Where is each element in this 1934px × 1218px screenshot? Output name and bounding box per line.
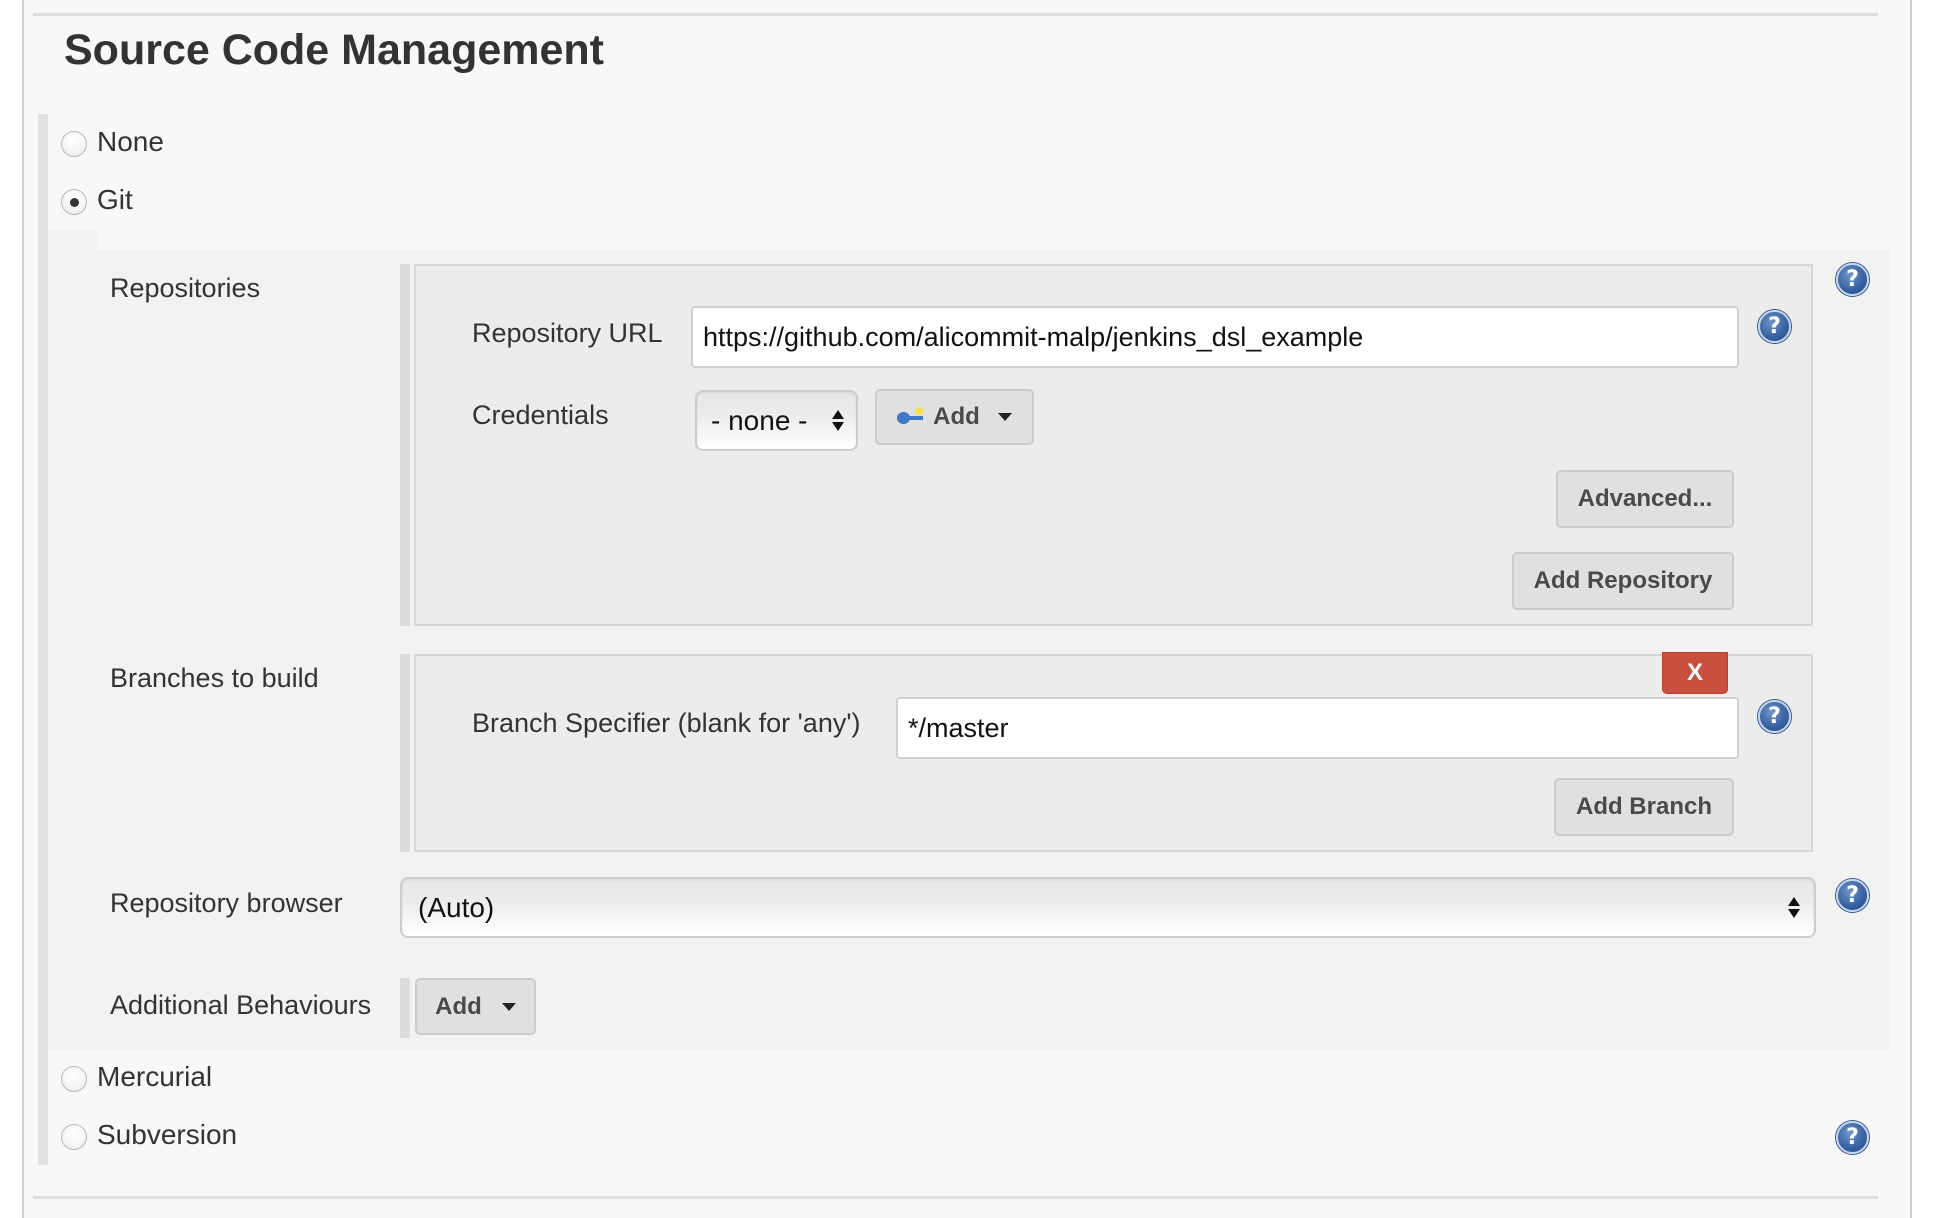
select-arrows-icon <box>1788 897 1800 918</box>
git-section-notch <box>48 230 98 252</box>
caret-down-icon <box>501 1002 516 1011</box>
section-title: Source Code Management <box>64 26 604 74</box>
additional-behaviours-label: Additional Behaviours <box>110 990 372 1020</box>
help-icon[interactable]: ? <box>1758 310 1791 343</box>
repositories-label: Repositories <box>110 273 261 303</box>
scm-git-label[interactable]: Git <box>97 184 133 216</box>
radio-selected-dot <box>69 197 79 207</box>
scm-mercurial-radio[interactable] <box>61 1066 87 1092</box>
scm-options-accent-bar <box>38 114 48 1165</box>
key-icon <box>897 407 925 427</box>
repository-browser-select[interactable]: (Auto) <box>400 877 1816 938</box>
help-icon[interactable]: ? <box>1758 700 1791 733</box>
scm-subversion-radio[interactable] <box>61 1124 87 1150</box>
additional-behaviours-add-button[interactable]: Add <box>415 978 536 1035</box>
add-repository-button[interactable]: Add Repository <box>1512 552 1734 610</box>
scm-mercurial-label[interactable]: Mercurial <box>97 1061 212 1093</box>
add-branch-button[interactable]: Add Branch <box>1554 778 1734 836</box>
branches-to-build-label: Branches to build <box>110 663 319 693</box>
help-icon[interactable]: ? <box>1836 879 1869 912</box>
scm-none-label[interactable]: None <box>97 126 164 158</box>
advanced-button[interactable]: Advanced... <box>1556 470 1734 528</box>
repository-url-input[interactable] <box>691 306 1739 368</box>
branch-specifier-input[interactable] <box>896 697 1739 759</box>
scm-subversion-label[interactable]: Subversion <box>97 1119 237 1151</box>
help-icon[interactable]: ? <box>1836 263 1869 296</box>
additional-behaviours-bar <box>400 978 410 1038</box>
select-arrows-icon <box>832 410 844 431</box>
credentials-label: Credentials <box>472 400 609 430</box>
bottom-divider <box>33 1196 1878 1199</box>
repository-url-label: Repository URL <box>472 318 663 348</box>
delete-branch-button[interactable]: X <box>1662 652 1728 694</box>
help-icon[interactable]: ? <box>1836 1121 1869 1154</box>
scm-git-radio[interactable] <box>61 189 87 215</box>
credentials-add-button[interactable]: Add <box>875 389 1034 445</box>
caret-down-icon <box>997 413 1012 421</box>
credentials-selected-value: - none - <box>711 404 808 436</box>
branches-panel-bar <box>400 654 410 852</box>
credentials-select[interactable]: - none - <box>695 390 858 451</box>
branch-specifier-label: Branch Specifier (blank for 'any') <box>472 708 861 738</box>
top-divider <box>33 13 1878 16</box>
repository-browser-selected-value: (Auto) <box>418 891 495 923</box>
repositories-panel-bar <box>400 264 410 626</box>
repository-browser-label: Repository browser <box>110 888 343 918</box>
scm-none-radio[interactable] <box>61 131 87 157</box>
